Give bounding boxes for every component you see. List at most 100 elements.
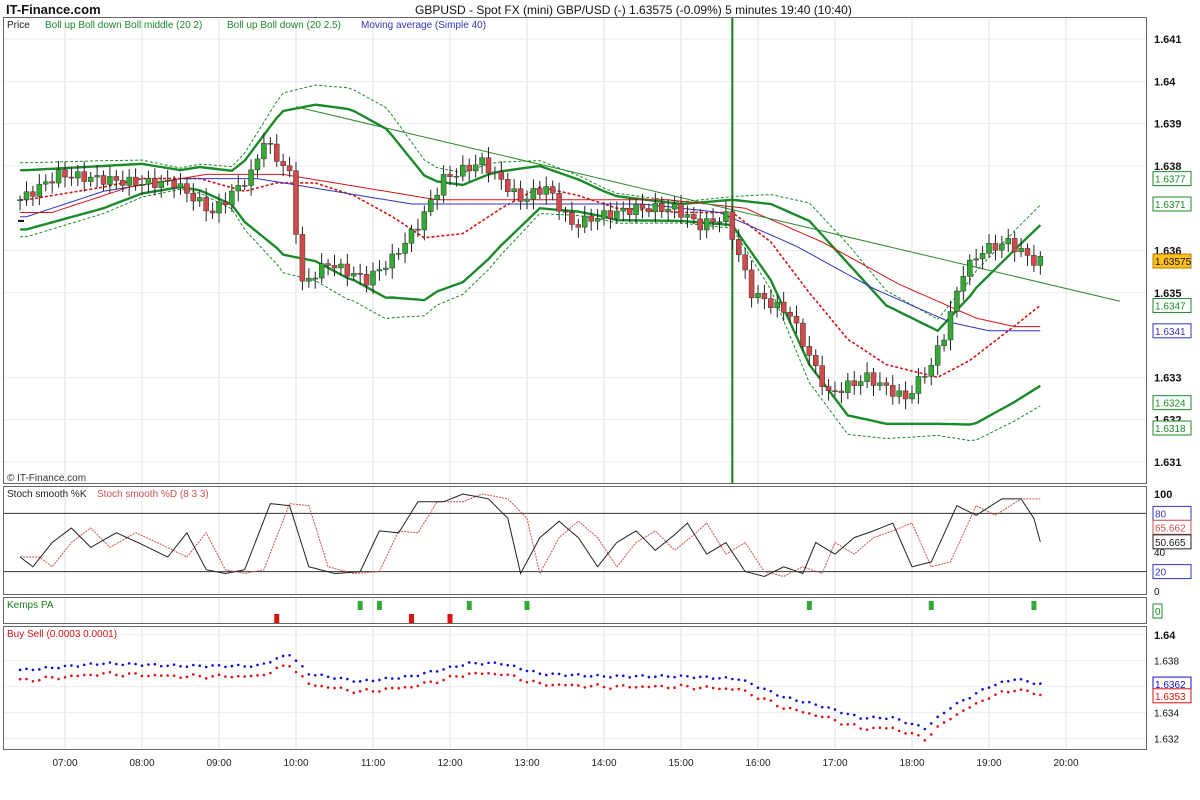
- sell-dot: [108, 670, 112, 674]
- buy-dot: [18, 668, 22, 672]
- kemps-sell-mark: [274, 614, 280, 623]
- buy-dot: [891, 715, 895, 719]
- sell-dot: [936, 725, 939, 728]
- buy-dot: [140, 664, 144, 667]
- candle-body: [485, 157, 492, 174]
- candle-body: [601, 210, 607, 219]
- candle-body: [331, 265, 338, 269]
- candle-body: [909, 393, 915, 400]
- buy-dot: [1019, 677, 1023, 681]
- sell-dot: [654, 684, 657, 688]
- buy-dot: [859, 717, 862, 720]
- candle-body: [793, 315, 800, 324]
- candle-body: [184, 183, 190, 194]
- sell-dot: [686, 684, 689, 688]
- buy-dot: [378, 678, 381, 682]
- kemps-buy-mark: [928, 601, 934, 610]
- x-tick-label: 12:00: [437, 758, 462, 769]
- sell-dot: [467, 672, 471, 675]
- sell-dot: [352, 691, 356, 695]
- sell-dot: [512, 674, 516, 677]
- buy-dot: [698, 675, 702, 679]
- buy-dot: [179, 665, 182, 668]
- buy-dot: [679, 674, 683, 677]
- candle-body: [691, 214, 697, 220]
- kemps-buy-mark: [357, 601, 363, 610]
- buy-dot: [512, 664, 516, 668]
- sell-dot: [44, 675, 48, 679]
- buy-dot: [320, 673, 323, 676]
- candle-body: [395, 253, 402, 255]
- buy-dot: [281, 654, 285, 658]
- sell-dot: [211, 674, 214, 678]
- buy-dot: [647, 675, 651, 679]
- candle-body: [344, 263, 351, 277]
- buy-dot: [557, 672, 561, 676]
- watermark: © IT-Finance.com: [7, 473, 86, 484]
- sell-dot: [474, 671, 477, 675]
- sell-dot: [25, 677, 28, 681]
- sell-dot: [281, 664, 285, 667]
- candle-body: [171, 180, 177, 189]
- sell-dot: [827, 715, 830, 719]
- legend-price: Price: [7, 20, 30, 31]
- buy-dot: [442, 668, 445, 671]
- price-tick-label: 1.639: [1154, 119, 1182, 131]
- sell-dot: [564, 683, 567, 687]
- sell-dot: [666, 686, 670, 690]
- sell-dot: [487, 672, 490, 675]
- sell-dot: [70, 674, 73, 678]
- candle-body: [979, 253, 986, 260]
- candle-body: [671, 203, 678, 210]
- buy-dot: [185, 665, 189, 669]
- buy-dot: [654, 675, 657, 679]
- legend-boll-20-2: Boll up Boll down Boll middle (20 2): [45, 20, 202, 31]
- candle-body: [351, 273, 357, 277]
- candle-body: [954, 290, 960, 312]
- candle-body: [922, 376, 928, 378]
- kemps-zero-tag-text: 0: [1155, 607, 1161, 618]
- sell-dot: [525, 680, 529, 684]
- buy-dot: [63, 664, 67, 668]
- candle-body: [17, 199, 23, 202]
- candle-body: [652, 202, 659, 213]
- sell-dot: [589, 684, 593, 688]
- sell-dot: [698, 686, 702, 690]
- price-tick-label: 1.633: [1154, 372, 1182, 384]
- buy-dot: [718, 677, 721, 680]
- sell-dot: [949, 717, 952, 721]
- candle-body: [216, 201, 222, 214]
- candle-body: [1031, 255, 1037, 266]
- buy-dot: [352, 680, 356, 683]
- sell-dot: [865, 728, 869, 731]
- sell-dot: [127, 672, 131, 675]
- buy-dot: [519, 667, 522, 671]
- buy-dot: [384, 676, 388, 680]
- buy-dot: [852, 713, 856, 717]
- buy-dot: [249, 665, 253, 668]
- x-tick-label: 17:00: [822, 758, 847, 769]
- sell-dot: [140, 674, 144, 678]
- price-value-tag: 1.6341: [1155, 327, 1186, 338]
- candle-body: [960, 276, 967, 292]
- candle-body: [209, 210, 216, 214]
- candle-body: [164, 180, 171, 182]
- buy-dot: [705, 675, 708, 678]
- sell-dot: [1039, 693, 1042, 697]
- buy-dot: [365, 678, 368, 682]
- price-value-tag: 1.63575: [1155, 257, 1192, 268]
- candle-body: [806, 346, 813, 356]
- buy-dot: [686, 674, 689, 678]
- sell-dot: [891, 726, 895, 730]
- buy-dot: [795, 699, 798, 702]
- kemps-legend: Kemps PA: [7, 600, 54, 611]
- buy-dot: [288, 653, 291, 657]
- x-tick-label: 08:00: [129, 758, 154, 769]
- buysell-legend: Buy Sell (0.0003 0.0001): [7, 629, 117, 640]
- sell-dot: [147, 674, 150, 678]
- buy-dot: [31, 668, 35, 672]
- buy-dot: [589, 675, 593, 678]
- stoch-tick-label: 40: [1154, 548, 1166, 559]
- buy-dot: [666, 675, 670, 678]
- stoch-value-tag: 50.665: [1155, 538, 1186, 549]
